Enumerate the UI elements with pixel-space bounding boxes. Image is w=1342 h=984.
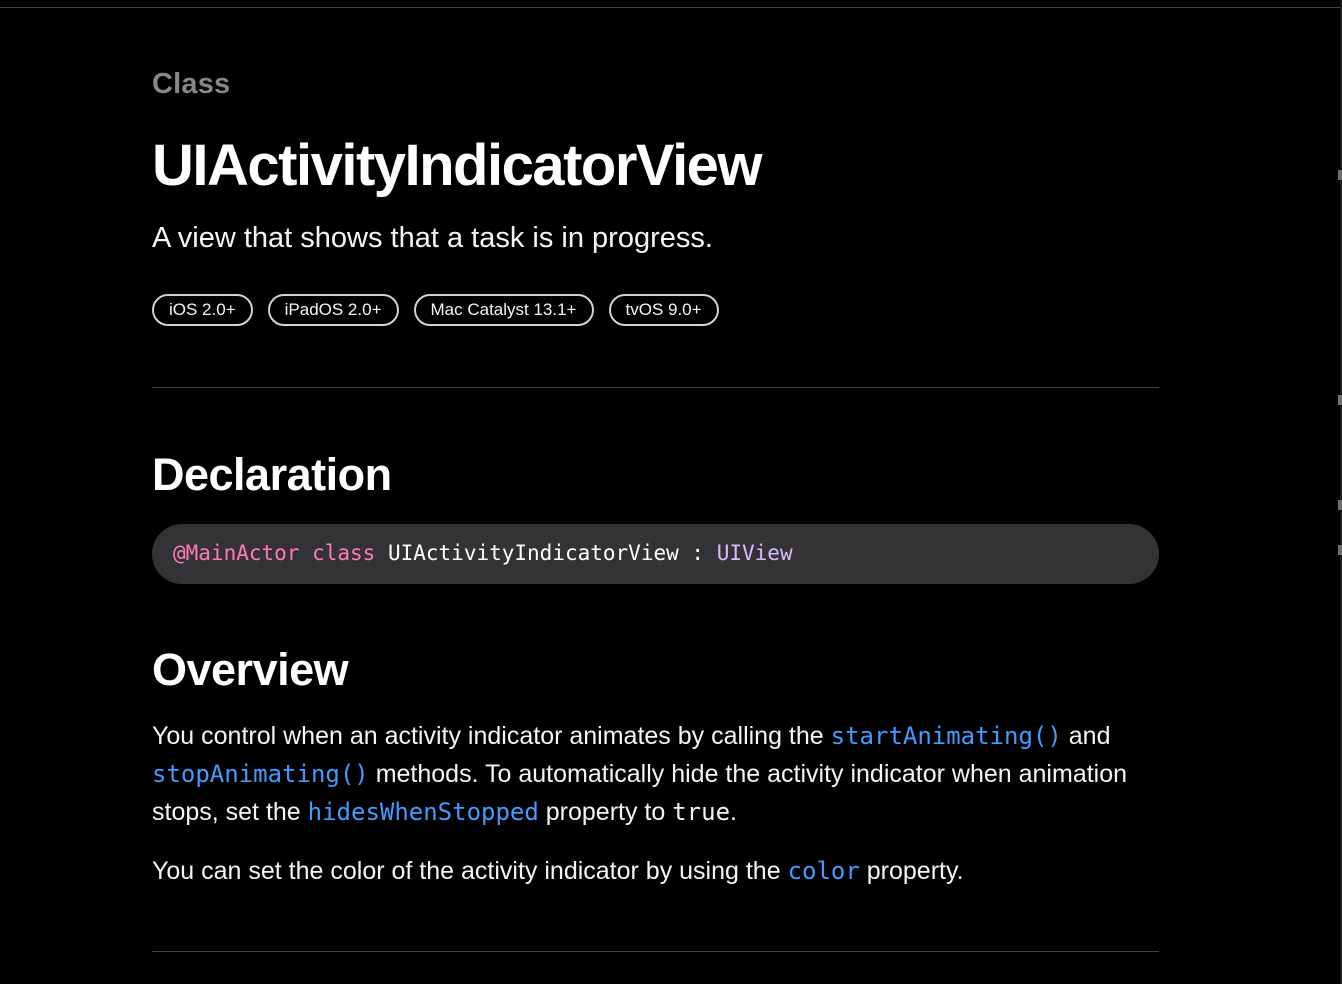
section-divider — [152, 951, 1159, 952]
paragraph-text: property to — [538, 798, 673, 826]
availability-badge-mac-catalyst: Mac Catalyst 13.1+ — [413, 294, 594, 326]
class-name-token: UIActivityIndicatorView — [387, 541, 679, 565]
availability-badges: iOS 2.0+ iPadOS 2.0+ Mac Catalyst 13.1+ … — [152, 294, 719, 326]
start-animating-link[interactable]: startAnimating() — [831, 722, 1062, 750]
declaration-heading: Declaration — [152, 449, 392, 500]
availability-badge-ipados: iPadOS 2.0+ — [267, 294, 399, 326]
section-divider — [152, 387, 1159, 388]
paragraph-text: You can set the color of the activity in… — [152, 857, 788, 885]
keyword-token: class — [312, 541, 376, 565]
abstract: A view that shows that a task is in prog… — [152, 222, 713, 254]
scroll-marker — [1338, 500, 1342, 510]
top-border — [0, 7, 1342, 8]
scroll-marker — [1338, 545, 1342, 555]
paragraph-text: and — [1061, 722, 1111, 750]
overview-paragraph-2: You can set the color of the activity in… — [152, 852, 1159, 890]
overview-heading: Overview — [152, 644, 349, 695]
hides-when-stopped-link[interactable]: hidesWhenStopped — [308, 798, 539, 826]
paragraph-text: property. — [859, 857, 964, 885]
availability-badge-tvos: tvOS 9.0+ — [608, 294, 719, 326]
availability-badge-ios: iOS 2.0+ — [152, 294, 253, 326]
stop-animating-link[interactable]: stopAnimating() — [152, 760, 369, 788]
overview-paragraph-1: You control when an activity indicator a… — [152, 717, 1159, 831]
scroll-marker — [1338, 395, 1342, 405]
paragraph-text: You control when an activity indicator a… — [152, 722, 831, 750]
attribute-token: @MainActor — [173, 541, 300, 565]
page-title: UIActivityIndicatorView — [152, 133, 763, 198]
symbol-kind: Class — [152, 68, 231, 100]
color-link[interactable]: color — [788, 857, 860, 885]
inline-code-true: true — [672, 798, 731, 826]
scroll-marker — [1338, 170, 1342, 180]
paragraph-text: . — [730, 798, 737, 826]
declaration-code: @MainActor class UIActivityIndicatorView… — [152, 524, 1159, 584]
superclass-link[interactable]: UIView — [717, 541, 793, 565]
separator-token: : — [691, 541, 705, 565]
